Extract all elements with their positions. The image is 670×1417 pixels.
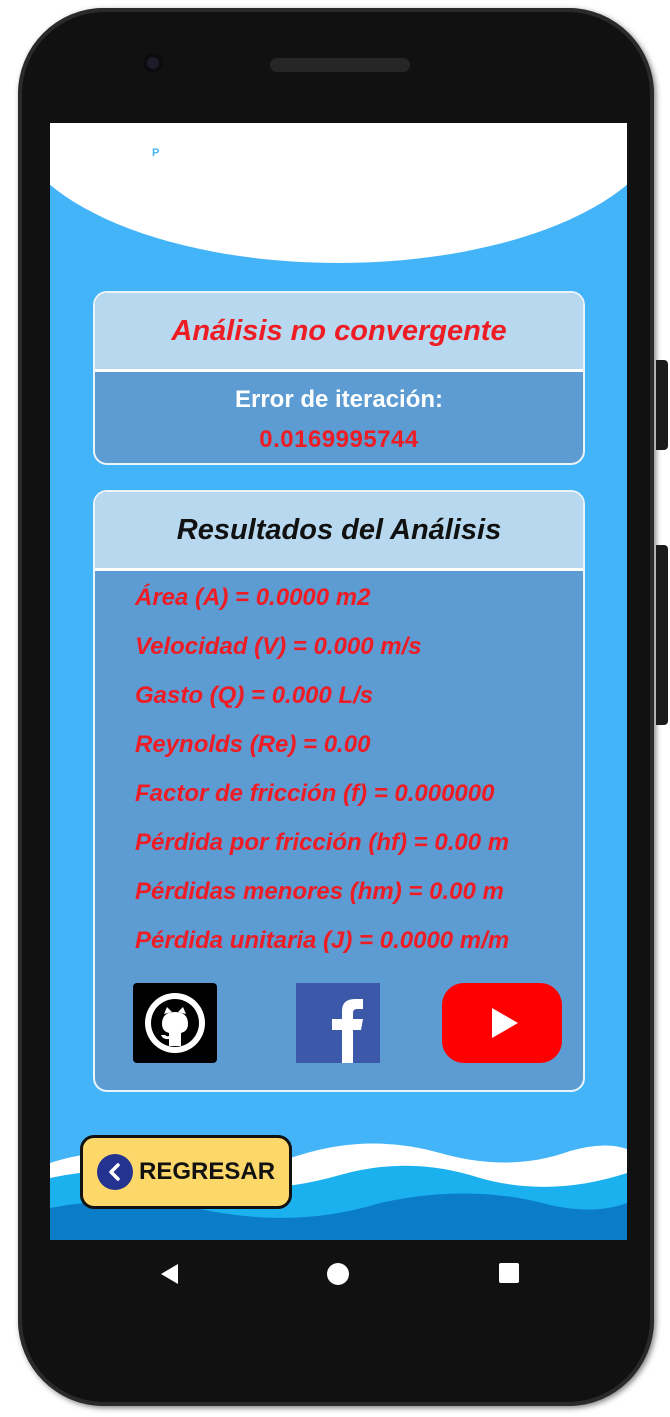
result-unit-loss: Pérdida unitaria (J) = 0.0000 m/m bbox=[135, 927, 510, 954]
voicemail-icon bbox=[214, 143, 236, 168]
results-card: Resultados del Análisis Área (A) = 0.000… bbox=[93, 490, 585, 1092]
back-button-label: REGRESAR bbox=[139, 1158, 276, 1185]
volume-button bbox=[656, 545, 668, 725]
result-velocity: Velocidad (V) = 0.000 m/s bbox=[135, 633, 422, 660]
facebook-icon[interactable] bbox=[296, 983, 380, 1063]
android-nav-bar bbox=[50, 1240, 627, 1310]
status-bar: P 9:49 bbox=[50, 123, 627, 185]
nav-recents-icon[interactable] bbox=[498, 1262, 520, 1289]
convergence-title: Análisis no convergente bbox=[95, 293, 583, 372]
earpiece-speaker bbox=[270, 58, 410, 72]
convergence-card: Análisis no convergente Error de iteraci… bbox=[93, 291, 585, 465]
app-screen: P 9:49 Análisis no convergente Error de … bbox=[50, 123, 627, 1240]
result-friction-loss: Pérdida por fricción (hf) = 0.00 m bbox=[135, 829, 510, 856]
battery-icon bbox=[542, 143, 554, 168]
nav-home-icon[interactable] bbox=[326, 1262, 350, 1291]
svg-text:P: P bbox=[152, 147, 159, 159]
dot-icon bbox=[256, 143, 262, 168]
error-value: 0.0169995744 bbox=[259, 426, 419, 453]
status-clock: 9:49 bbox=[567, 143, 601, 162]
power-button bbox=[656, 360, 668, 450]
nav-back-icon[interactable] bbox=[158, 1262, 180, 1291]
result-area: Área (A) = 0.0000 m2 bbox=[135, 584, 371, 611]
github-icon[interactable] bbox=[133, 983, 217, 1063]
wifi-icon bbox=[487, 143, 507, 168]
front-camera bbox=[143, 53, 163, 73]
back-button[interactable]: REGRESAR bbox=[80, 1135, 292, 1209]
result-reynolds: Reynolds (Re) = 0.00 bbox=[135, 731, 371, 758]
result-friction-factor: Factor de fricción (f) = 0.000000 bbox=[135, 780, 495, 807]
error-label: Error de iteración: bbox=[234, 386, 444, 413]
result-minor-losses: Pérdidas menores (hm) = 0.00 m bbox=[135, 878, 504, 905]
signal-icon bbox=[512, 142, 531, 168]
results-title: Resultados del Análisis bbox=[95, 492, 583, 571]
youtube-icon[interactable] bbox=[442, 983, 562, 1063]
bug-icon bbox=[180, 143, 196, 168]
p-icon: P bbox=[147, 143, 165, 168]
vibrate-icon bbox=[459, 143, 477, 168]
chevron-left-icon bbox=[97, 1154, 133, 1190]
result-flow: Gasto (Q) = 0.000 L/s bbox=[135, 682, 374, 709]
